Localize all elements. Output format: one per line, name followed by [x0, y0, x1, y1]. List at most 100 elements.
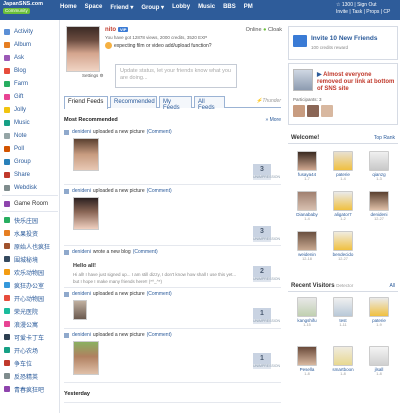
- settings-link[interactable]: Settings ⚙: [82, 73, 104, 79]
- sidebar-item-blog[interactable]: Blog: [4, 67, 26, 75]
- visitor-card[interactable]: smartboon 1-8: [328, 346, 358, 376]
- sidebar-item-webdisk[interactable]: Webdisk: [4, 184, 37, 192]
- nav-music[interactable]: Music: [198, 4, 215, 11]
- visitor-card[interactable]: test 1-11: [328, 297, 358, 327]
- comment-link[interactable]: (Comment): [133, 249, 158, 255]
- feed-count[interactable]: 3: [253, 164, 271, 175]
- tab-recommended[interactable]: Recommended: [110, 96, 157, 108]
- sidebar-game-item[interactable]: 开心动物园: [4, 294, 44, 303]
- settings-label: Settings: [82, 73, 99, 78]
- top-rank-link[interactable]: Top Rank: [374, 135, 395, 141]
- nav-home[interactable]: Home: [60, 4, 77, 11]
- feed-photo[interactable]: [73, 138, 99, 171]
- visitor-avatar: [369, 346, 389, 366]
- sidebar-item-album[interactable]: Album: [4, 41, 31, 49]
- online-status[interactable]: Online ● Cloak: [246, 27, 282, 33]
- sidebar-game-item[interactable]: 快乐庄园: [4, 216, 38, 225]
- member-card[interactable]: denideni 12-27: [364, 191, 394, 221]
- feed-user-link[interactable]: denideni: [72, 291, 91, 297]
- nav-group[interactable]: Group ▾: [141, 4, 164, 11]
- feed-user-link[interactable]: denideni: [72, 188, 91, 194]
- visitor-card[interactable]: jlsall 1-8: [364, 346, 394, 376]
- all-visitors-link[interactable]: All: [389, 283, 395, 289]
- nav-pm[interactable]: PM: [244, 4, 253, 11]
- nav-friend[interactable]: Friend ▾: [110, 4, 133, 11]
- site-logo[interactable]: JapanSNS.com Community: [3, 1, 43, 14]
- sidebar-item-label: 围城秘境: [14, 257, 39, 264]
- feed-photo[interactable]: [73, 197, 99, 230]
- nav-space[interactable]: Space: [85, 4, 103, 11]
- sidebar-game-item[interactable]: 可爱卡丁车: [4, 333, 44, 342]
- member-card[interactable]: fusaya44 1-7: [292, 151, 322, 181]
- feed-count[interactable]: 3: [253, 226, 271, 237]
- tab-friend-feeds[interactable]: Friend Feeds: [64, 96, 108, 109]
- comment-link[interactable]: (Comment): [147, 129, 172, 135]
- account-menu[interactable]: Invite | Task | Props | CP: [336, 9, 396, 16]
- comment-link[interactable]: (Comment): [147, 291, 172, 297]
- cloak-label[interactable]: Cloak: [268, 27, 282, 33]
- detector-link[interactable]: Detector: [336, 283, 353, 288]
- tab-all-feeds[interactable]: All Feeds: [194, 96, 225, 111]
- account-credits-signout[interactable]: ☆ 1300 | Sign Out: [336, 2, 396, 9]
- sidebar-game-item[interactable]: 浪漫公寓: [4, 320, 38, 329]
- sidebar-game-item[interactable]: 原始人也疯狂: [4, 242, 50, 251]
- sidebar-game-item[interactable]: 荣光医院: [4, 307, 38, 316]
- sidebar-item-note[interactable]: Note: [4, 132, 27, 140]
- participant-avatar[interactable]: [307, 105, 319, 117]
- sidebar-item-jolly[interactable]: Jolly: [4, 106, 26, 114]
- feed-photo[interactable]: [73, 341, 99, 375]
- feed-count[interactable]: 1: [253, 353, 271, 364]
- sidebar-item-farm[interactable]: Farm: [4, 80, 28, 88]
- invite-box[interactable]: Invite 10 New Friends 100 credits reward: [288, 26, 398, 60]
- visitor-card[interactable]: paterie 1-9: [364, 297, 394, 327]
- nav-lobby[interactable]: Lobby: [172, 4, 190, 11]
- sidebar-item-poll[interactable]: Poll: [4, 145, 24, 153]
- profile-username[interactable]: nito VIP: [105, 27, 129, 33]
- comment-link[interactable]: (Comment): [147, 332, 172, 338]
- member-card[interactable]: aligator7 1-2: [328, 191, 358, 221]
- visitor-card[interactable]: kangshifu 1-15: [292, 297, 322, 327]
- nav-bbs[interactable]: BBS: [223, 4, 236, 11]
- sidebar-game-item[interactable]: 开心农场: [4, 346, 38, 355]
- feed-count[interactable]: 2: [253, 266, 271, 277]
- visitor-card[interactable]: Pesella 1-8: [292, 346, 322, 376]
- comment-link[interactable]: (Comment): [147, 188, 172, 194]
- sidebar-item-ask[interactable]: Ask: [4, 54, 24, 62]
- sidebar-game-item[interactable]: 围城秘境: [4, 255, 39, 264]
- status-update-input[interactable]: Update status, let your friends know wha…: [115, 64, 237, 88]
- sidebar-item-share[interactable]: Share: [4, 171, 30, 179]
- feed-user-link[interactable]: denideni: [72, 129, 91, 135]
- sidebar-item-activity[interactable]: Activity: [4, 28, 33, 36]
- news-title[interactable]: ▶ Almost everyone removed our link at bo…: [317, 72, 395, 93]
- visitor-date: 1-8: [304, 372, 310, 376]
- thunder-link[interactable]: ⚡Thunder: [256, 98, 281, 104]
- member-card[interactable]: weidenin 12-18: [292, 231, 322, 261]
- sidebar-item-gift[interactable]: Gift: [4, 93, 23, 101]
- participant-avatar[interactable]: [293, 105, 305, 117]
- sidebar-item-music[interactable]: Music: [4, 119, 30, 127]
- member-card[interactable]: paterie 1-4: [328, 151, 358, 181]
- sidebar-game-item[interactable]: 水果投资: [4, 229, 38, 238]
- feed-photo[interactable]: [73, 300, 87, 320]
- sidebar-game-item[interactable]: 疯狂办公室: [4, 281, 44, 290]
- member-card[interactable]: qianzg 1-3: [364, 151, 394, 181]
- member-card[interactable]: Dianababy 1-4: [292, 191, 322, 221]
- sidebar-game-item[interactable]: 争车位: [4, 359, 32, 368]
- feed-count[interactable]: 1: [253, 308, 271, 319]
- sidebar-game-item[interactable]: 青春疯狂吧: [4, 385, 44, 394]
- member-date: 12-18: [302, 257, 312, 261]
- participant-avatar[interactable]: [321, 105, 333, 117]
- tab-my-feeds[interactable]: My Feeds: [159, 96, 192, 111]
- member-card[interactable]: bendecido 12-27: [328, 231, 358, 261]
- ask-icon: [4, 55, 10, 61]
- blog-title[interactable]: Hello all!: [73, 263, 96, 269]
- sidebar-game-item[interactable]: 欢乐动物园: [4, 268, 44, 277]
- sidebar-game-item[interactable]: 反恐精英: [4, 372, 38, 381]
- sidebar-game-room[interactable]: Game Room: [4, 200, 48, 208]
- profile-avatar[interactable]: [66, 26, 100, 72]
- feed-user-link[interactable]: denideni: [72, 249, 91, 255]
- more-link[interactable]: » More: [265, 117, 281, 123]
- sidebar-item-group[interactable]: Group: [4, 158, 31, 166]
- news-image[interactable]: [293, 69, 313, 91]
- feed-user-link[interactable]: denideni: [72, 332, 91, 338]
